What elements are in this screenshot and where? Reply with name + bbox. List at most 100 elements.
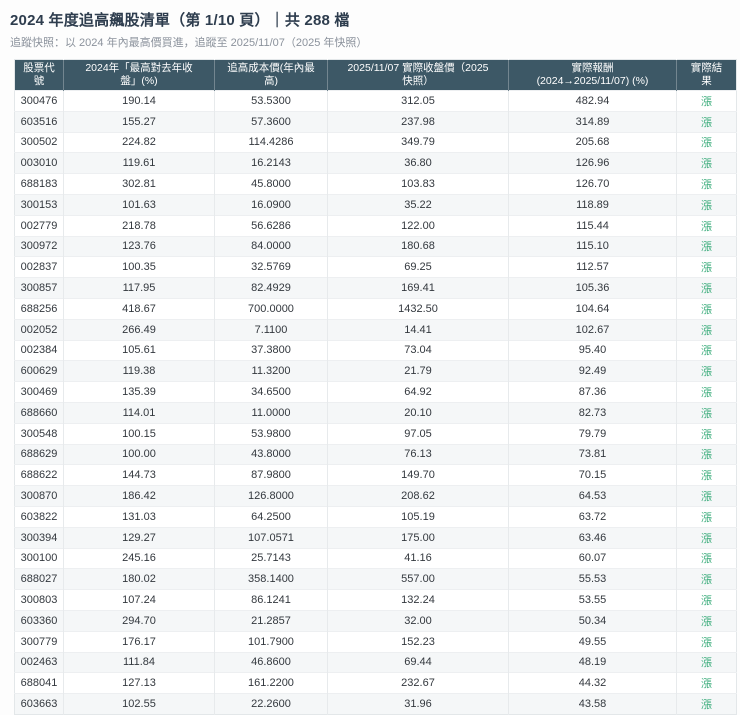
actual-close-cell: 103.83: [327, 173, 509, 195]
chase-cost-cell: 126.8000: [214, 485, 328, 507]
actual-close-cell: 35.22: [327, 193, 509, 216]
result-cell: 漲: [676, 401, 737, 424]
high-vs-prev-close-cell: 100.00: [63, 443, 215, 465]
result-cell: 漲: [676, 505, 737, 528]
actual-return-cell: 64.53: [508, 485, 677, 507]
chase-cost-cell: 34.6500: [214, 381, 328, 403]
actual-return-cell: 55.53: [508, 568, 677, 590]
chase-cost-cell: 82.4929: [214, 277, 328, 299]
table-row: 688027 180.02 358.1400 557.00 55.53 漲: [14, 568, 737, 590]
chase-cost-cell: 84.0000: [214, 235, 328, 257]
table-row: 688629 100.00 43.8000 76.13 73.81 漲: [14, 443, 737, 465]
header-cell-result: 實際結 果: [676, 59, 737, 91]
chase-cost-cell: 101.7900: [214, 630, 328, 653]
table-header-row: 股票代 號 2024年「最高對去年收 盤」(%) 追高成本價(年內最 高) 2025/…: [14, 59, 737, 91]
actual-close-cell: 312.05: [327, 90, 509, 112]
chase-cost-cell: 7.1100: [214, 318, 328, 341]
actual-close-cell: 180.68: [327, 235, 509, 257]
stock-code-cell: 688622: [14, 464, 64, 486]
chase-cost-cell: 53.5300: [214, 90, 328, 112]
chase-cost-cell: 57.3600: [214, 110, 328, 133]
actual-return-cell: 43.58: [508, 693, 677, 715]
high-vs-prev-close-cell: 190.14: [63, 90, 215, 112]
actual-return-cell: 118.89: [508, 193, 677, 216]
stock-code-cell: 300100: [14, 547, 64, 569]
actual-close-cell: 14.41: [327, 318, 509, 341]
actual-return-cell: 314.89: [508, 110, 677, 133]
actual-return-cell: 73.81: [508, 443, 677, 465]
chase-cost-cell: 53.9800: [214, 422, 328, 445]
actual-close-cell: 36.80: [327, 152, 509, 174]
result-cell: 漲: [676, 422, 737, 445]
result-cell: 漲: [676, 568, 737, 590]
chase-cost-cell: 22.2600: [214, 693, 328, 715]
result-cell: 漲: [676, 672, 737, 694]
result-cell: 漲: [676, 339, 737, 361]
stock-code-cell: 003010: [14, 152, 64, 174]
stock-code-cell: 688183: [14, 173, 64, 195]
high-vs-prev-close-cell: 100.35: [63, 256, 215, 278]
stock-code-cell: 688027: [14, 568, 64, 590]
table-row: 688041 127.13 161.2200 232.67 44.32 漲: [14, 672, 737, 694]
table-row: 300857 117.95 82.4929 169.41 105.36 漲: [14, 277, 737, 299]
actual-close-cell: 31.96: [327, 693, 509, 715]
actual-close-cell: 122.00: [327, 214, 509, 237]
table-row: 002463 111.84 46.8600 69.44 48.19 漲: [14, 651, 737, 673]
stock-code-cell: 603663: [14, 693, 64, 715]
table-row: 300394 129.27 107.0571 175.00 63.46 漲: [14, 526, 737, 549]
result-cell: 漲: [676, 152, 737, 174]
result-cell: 漲: [676, 693, 737, 715]
result-cell: 漲: [676, 297, 737, 320]
actual-return-cell: 50.34: [508, 609, 677, 632]
result-cell: 漲: [676, 235, 737, 257]
table-row: 300476 190.14 53.5300 312.05 482.94 漲: [14, 90, 737, 112]
result-cell: 漲: [676, 131, 737, 153]
page-subtitle: 追蹤快照：以 2024 年內最高價買進，追蹤至 2025/11/07（2025 …: [10, 37, 368, 49]
table-row: 688660 114.01 11.0000 20.10 82.73 漲: [14, 401, 737, 424]
actual-return-cell: 115.44: [508, 214, 677, 237]
stock-code-cell: 603822: [14, 505, 64, 528]
table-row: 300803 107.24 86.1241 132.24 53.55 漲: [14, 589, 737, 611]
actual-close-cell: 169.41: [327, 277, 509, 299]
actual-close-cell: 175.00: [327, 526, 509, 549]
actual-close-cell: 105.19: [327, 505, 509, 528]
actual-close-cell: 152.23: [327, 630, 509, 653]
result-cell: 漲: [676, 589, 737, 611]
result-cell: 漲: [676, 526, 737, 549]
chase-cost-cell: 86.1241: [214, 589, 328, 611]
actual-close-cell: 76.13: [327, 443, 509, 465]
actual-return-cell: 87.36: [508, 381, 677, 403]
stock-code-cell: 300870: [14, 485, 64, 507]
result-cell: 漲: [676, 214, 737, 237]
stock-code-cell: 300548: [14, 422, 64, 445]
result-cell: 漲: [676, 277, 737, 299]
stock-code-cell: 300803: [14, 589, 64, 611]
result-cell: 漲: [676, 173, 737, 195]
stock-code-cell: 300394: [14, 526, 64, 549]
result-cell: 漲: [676, 547, 737, 569]
result-cell: 漲: [676, 193, 737, 216]
table-row: 002052 266.49 7.1100 14.41 102.67 漲: [14, 318, 737, 341]
stock-code-cell: 300502: [14, 131, 64, 153]
stock-code-cell: 300153: [14, 193, 64, 216]
result-cell: 漲: [676, 256, 737, 278]
actual-return-cell: 95.40: [508, 339, 677, 361]
actual-return-cell: 115.10: [508, 235, 677, 257]
chase-cost-cell: 43.8000: [214, 443, 328, 465]
actual-return-cell: 112.57: [508, 256, 677, 278]
table-row: 688622 144.73 87.9800 149.70 70.15 漲: [14, 464, 737, 486]
table-body: 300476 190.14 53.5300 312.05 482.94 漲 603516 15…: [14, 90, 737, 715]
actual-return-cell: 63.46: [508, 526, 677, 549]
actual-return-cell: 126.96: [508, 152, 677, 174]
high-vs-prev-close-cell: 266.49: [63, 318, 215, 341]
actual-return-cell: 82.73: [508, 401, 677, 424]
stock-code-cell: 603360: [14, 609, 64, 632]
result-cell: 漲: [676, 318, 737, 341]
table-row: 300469 135.39 34.6500 64.92 87.36 漲: [14, 381, 737, 403]
stock-code-cell: 688660: [14, 401, 64, 424]
high-vs-prev-close-cell: 114.01: [63, 401, 215, 424]
result-cell: 漲: [676, 609, 737, 632]
chase-cost-cell: 11.0000: [214, 401, 328, 424]
table-row: 002779 218.78 56.6286 122.00 115.44 漲: [14, 214, 737, 237]
stock-code-cell: 300972: [14, 235, 64, 257]
